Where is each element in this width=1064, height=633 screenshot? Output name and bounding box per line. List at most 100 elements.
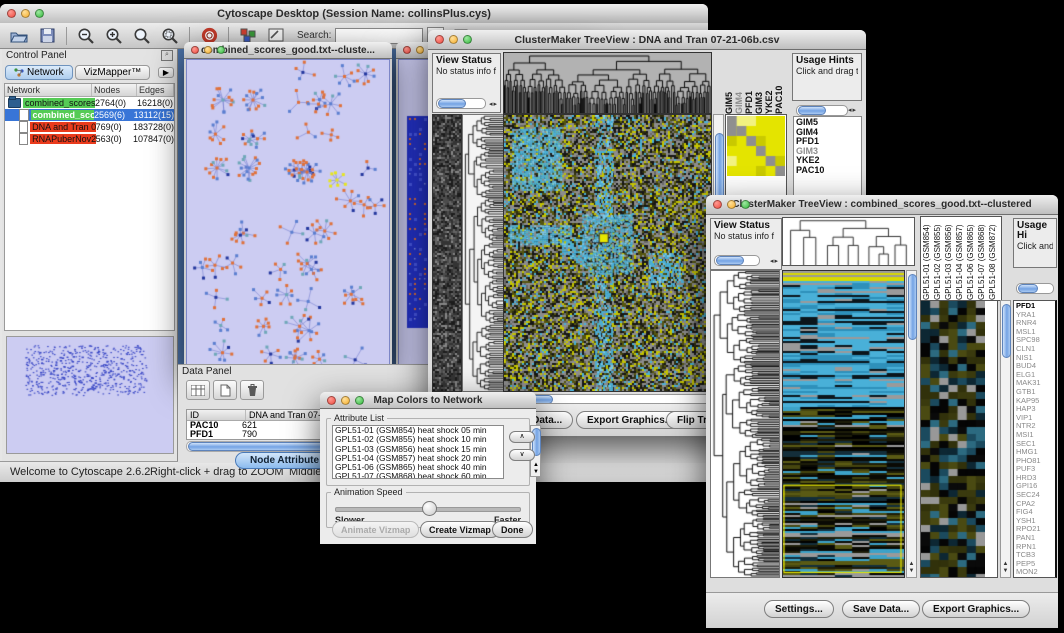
attribute-list-group: Attribute List GPL51-01 (GSM854) heat sh…	[326, 418, 530, 486]
file-icon	[19, 133, 28, 145]
speed-slider-thumb[interactable]	[422, 501, 437, 516]
network-tree-row[interactable]: DNA and Tran 07769(0)183728(0)	[5, 121, 174, 133]
create-vizmap-button[interactable]: Create Vizmap	[420, 521, 500, 538]
status-hscrollbar[interactable]	[714, 255, 760, 266]
animation-speed-label: Animation Speed	[331, 487, 406, 497]
delete-attribute-icon[interactable]	[240, 380, 264, 400]
scroll-thumb[interactable]	[716, 256, 744, 265]
minimize-button[interactable]	[416, 46, 424, 54]
column-label: GPL51-08 (GSM872)	[989, 217, 999, 300]
birdseye-view[interactable]	[9, 339, 169, 449]
dialog-titlebar[interactable]: Map Colors to Network	[320, 392, 536, 409]
float-panel-icon[interactable]: ⌕	[161, 50, 173, 61]
done-button[interactable]: Done	[492, 521, 533, 538]
col-header-edges[interactable]: Edges	[137, 84, 174, 96]
footer-button[interactable]: Export Graphics...	[922, 600, 1030, 618]
scroll-thumb[interactable]	[798, 106, 826, 115]
new-attribute-icon[interactable]	[213, 380, 237, 400]
close-button[interactable]	[7, 9, 16, 18]
zoom-fit-icon[interactable]	[131, 26, 153, 46]
net1-titlebar[interactable]: combined_scores_good.txt--cluste...	[184, 42, 392, 59]
network-view-window: combined_scores_good.txt--cluste...	[184, 42, 392, 372]
scroll-thumb[interactable]	[1018, 284, 1038, 293]
tv2-usage-hints-box: Usage Hi Click and	[1013, 218, 1057, 268]
tv1-column-dendrogram[interactable]	[503, 52, 712, 114]
column-label: GPL51-03 (GSM856)	[945, 217, 955, 300]
main-titlebar[interactable]: Cytoscape Desktop (Session Name: collins…	[0, 4, 708, 24]
open-folder-icon[interactable]	[8, 26, 30, 46]
scroll-thumb[interactable]	[1002, 304, 1011, 358]
zoom-button[interactable]	[741, 200, 750, 209]
network-name: combined_sco	[31, 110, 94, 120]
scroll-arrows[interactable]: ◂▸	[848, 106, 857, 114]
tv1-titlebar[interactable]: ClusterMaker TreeView : DNA and Tran 07-…	[428, 30, 866, 50]
footer-button[interactable]: Settings...	[764, 600, 834, 618]
tv1-usage-hints-box: Usage Hints Click and drag to	[792, 53, 862, 101]
tv1-zoom-heatmap[interactable]	[727, 116, 785, 176]
usage-hscrollbar[interactable]	[796, 105, 848, 116]
usage-hscrollbar[interactable]	[1016, 283, 1054, 294]
close-button[interactable]	[713, 200, 722, 209]
tv1-view-status-box: View Status No status info f ◂▸	[432, 53, 501, 113]
close-button[interactable]	[191, 46, 199, 54]
tv2-zoom-heatmap[interactable]	[921, 301, 985, 577]
minimize-button[interactable]	[21, 9, 30, 18]
save-icon[interactable]	[36, 26, 58, 46]
column-label: GPL51-02 (GSM855)	[934, 217, 944, 300]
zoom-button[interactable]	[35, 9, 44, 18]
zoom-button[interactable]	[463, 35, 472, 44]
zoom-button[interactable]	[355, 396, 364, 405]
attribute-list[interactable]: GPL51-01 (GSM854) heat shock 05 minGPL51…	[332, 425, 504, 479]
network-tree-row[interactable]: RNAPuberNov2+563(0)107847(0)	[5, 133, 174, 145]
window-controls[interactable]	[7, 9, 44, 18]
network-tree-row[interactable]: combined_scores2764(0)16218(0)	[5, 97, 174, 109]
dp-col-id[interactable]: ID	[187, 410, 246, 420]
footer-button[interactable]: Save Data...	[842, 600, 920, 618]
zoom-out-icon[interactable]	[75, 26, 97, 46]
scroll-arrows[interactable]: ◂▸	[770, 257, 779, 265]
network-overview-panel[interactable]	[6, 336, 174, 454]
zoom-in-icon[interactable]	[103, 26, 125, 46]
minimize-button[interactable]	[727, 200, 736, 209]
tv2-column-dendrogram[interactable]	[782, 217, 915, 266]
tv2-vscrollbar[interactable]: ▲▼	[906, 270, 917, 578]
row-label: PAC10	[796, 166, 861, 176]
move-down-button[interactable]: ∨	[509, 449, 535, 461]
more-tabs-button[interactable]: ▶	[158, 67, 174, 78]
minimize-button[interactable]	[341, 396, 350, 405]
usage-hints-text: Click and	[1017, 241, 1053, 251]
status-hscrollbar[interactable]	[436, 98, 486, 109]
col-header-nodes[interactable]: Nodes	[92, 84, 137, 96]
scroll-thumb[interactable]	[908, 274, 917, 340]
col-header-network[interactable]: Network	[5, 84, 92, 96]
tv2-heatmap[interactable]	[782, 270, 905, 578]
tab-vizmapper[interactable]: VizMapper™	[75, 65, 151, 80]
attribute-item[interactable]: GPL51-07 (GSM868) heat shock 60 min	[333, 472, 503, 479]
scroll-arrows[interactable]: ◂▸	[489, 100, 498, 108]
close-button[interactable]	[435, 35, 444, 44]
tv2-row-dendrogram[interactable]	[710, 270, 780, 578]
zoom-selected-icon[interactable]	[159, 26, 181, 46]
tv2-zoom-view[interactable]	[920, 300, 998, 578]
network-canvas[interactable]	[187, 60, 389, 370]
animate-vizmap-button[interactable]: Animate Vizmap	[332, 521, 419, 538]
zoom-button[interactable]	[217, 46, 225, 54]
tv2-zoom-vscrollbar[interactable]: ▲▼	[1000, 300, 1011, 578]
tv2-column-labels: GPL51-01 (GSM854)GPL51-02 (GSM855)GPL51-…	[920, 216, 1002, 301]
nodes-count: 2764(0)	[95, 98, 137, 108]
minimize-button[interactable]	[449, 35, 458, 44]
tv2-gene-labels: PFD1YRA1RNR4MSL1SPC98CLN1NIS1BUD4ELG1MAK…	[1013, 300, 1057, 578]
network-tree-row[interactable]: combined_sco2569(6)13112(15)	[5, 109, 174, 121]
attribute-table-icon[interactable]	[186, 380, 210, 400]
tv1-global-overview-strip[interactable]	[432, 114, 462, 392]
tv2-titlebar[interactable]: ClusterMaker TreeView : combined_scores_…	[706, 195, 1058, 215]
move-up-button[interactable]: ∧	[509, 431, 535, 443]
close-button[interactable]	[403, 46, 411, 54]
tv1-heatmap[interactable]	[503, 114, 712, 392]
file-icon	[19, 121, 28, 133]
tab-network[interactable]: Network	[5, 65, 73, 80]
minimize-button[interactable]	[204, 46, 212, 54]
tv1-row-dendrogram[interactable]	[462, 114, 504, 392]
close-button[interactable]	[327, 396, 336, 405]
scroll-thumb[interactable]	[438, 99, 466, 108]
